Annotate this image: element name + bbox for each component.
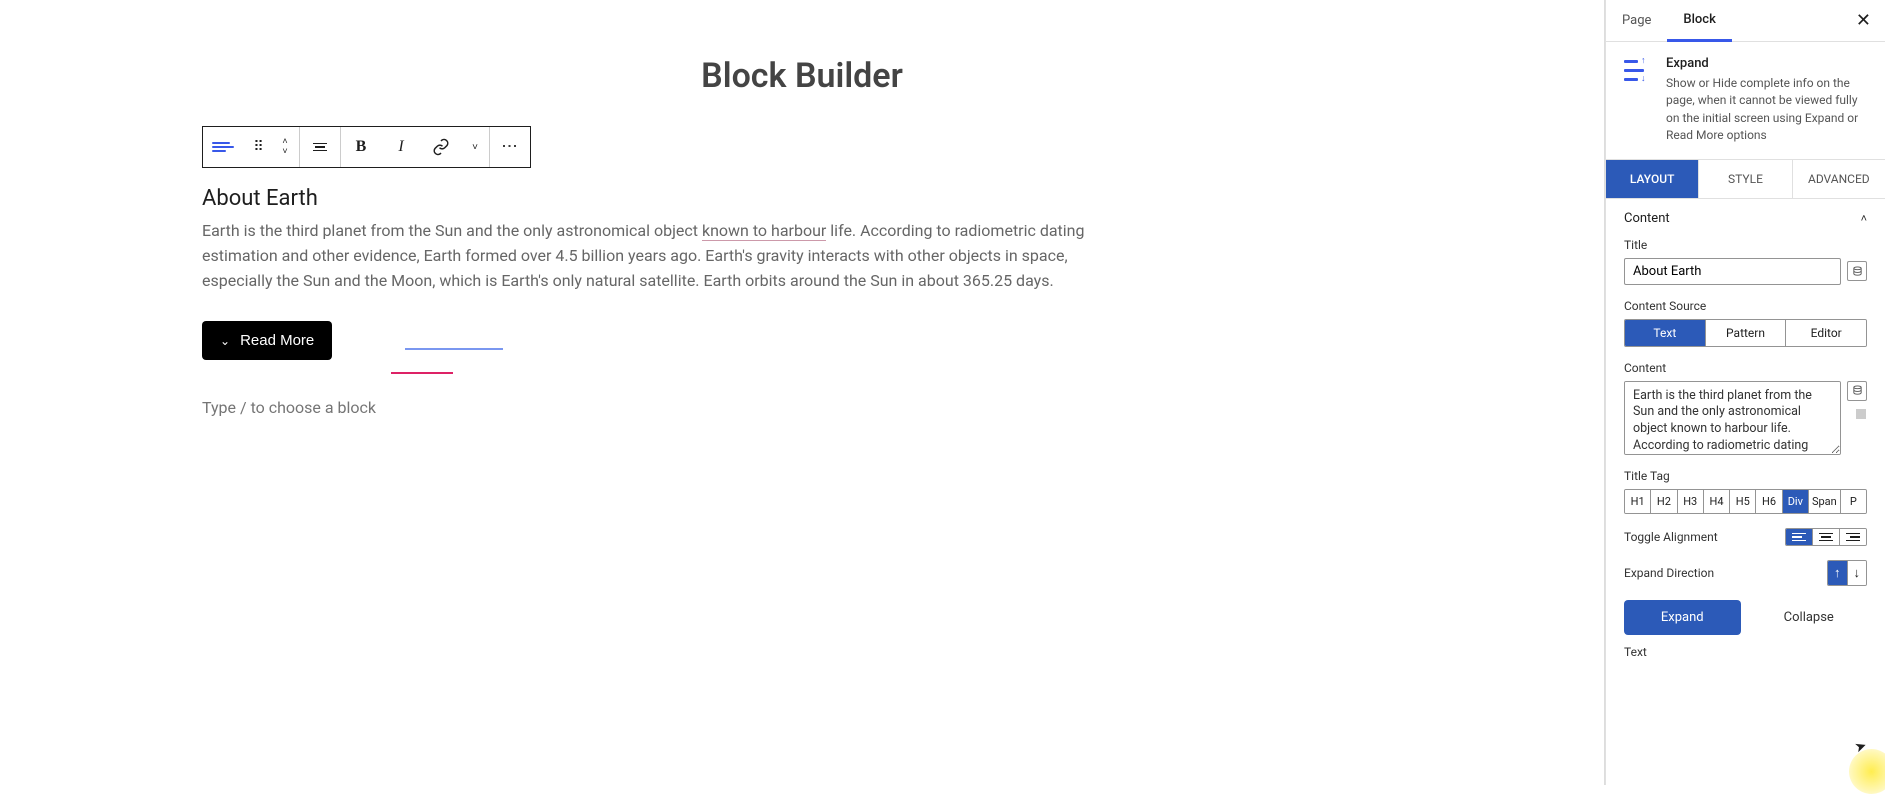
expand-direction-label: Expand Direction — [1624, 566, 1714, 580]
align-right-button[interactable] — [1840, 529, 1866, 546]
expand-block[interactable]: ⠿ ˄˅ B I ˅ — [202, 126, 1122, 417]
align-left-button[interactable] — [1786, 529, 1813, 546]
text-label: Text — [1624, 645, 1867, 659]
tag-span[interactable]: Span — [1809, 490, 1841, 513]
sidebar-tabs: Page Block ✕ — [1606, 0, 1885, 42]
title-label: Title — [1624, 238, 1867, 252]
align-center-button[interactable] — [1813, 529, 1840, 546]
align-center-icon — [1819, 533, 1833, 542]
expand-state-button[interactable]: Expand — [1624, 600, 1741, 635]
settings-sidebar: Page Block ✕ ↑ ↓ Expand Show or Hide com… — [1605, 0, 1885, 785]
tab-layout[interactable]: LAYOUT — [1606, 160, 1699, 198]
link-button[interactable] — [421, 127, 461, 167]
italic-button[interactable]: I — [381, 127, 421, 167]
block-appender[interactable]: Type / to choose a block — [202, 398, 1122, 417]
content-label: Content — [1624, 361, 1867, 375]
mode-tabs: LAYOUT STYLE ADVANCED — [1606, 160, 1885, 199]
drag-handle[interactable]: ⠿ — [243, 127, 271, 167]
tab-page[interactable]: Page — [1606, 1, 1667, 40]
decor-line-blue — [405, 348, 503, 350]
cursor-highlight — [1849, 749, 1885, 794]
align-right-icon — [1846, 533, 1860, 542]
content-textarea[interactable] — [1624, 381, 1841, 455]
database-icon — [1852, 385, 1863, 396]
content-source-label: Content Source — [1624, 299, 1867, 313]
section-content-body: Title Content Source Text Pattern Editor… — [1606, 238, 1885, 680]
block-info-card: ↑ ↓ Expand Show or Hide complete info on… — [1606, 42, 1885, 160]
content-source-pattern[interactable]: Pattern — [1706, 320, 1787, 346]
decor-line-red — [391, 372, 453, 374]
tag-h1[interactable]: H1 — [1625, 490, 1651, 513]
arrow-up-icon: ↑ — [1834, 565, 1841, 581]
link-icon — [432, 138, 450, 156]
collapse-state-button[interactable]: Collapse — [1751, 600, 1868, 635]
tag-h3[interactable]: H3 — [1678, 490, 1704, 513]
tag-div[interactable]: Div — [1783, 490, 1809, 513]
tag-h5[interactable]: H5 — [1730, 490, 1756, 513]
block-title[interactable]: About Earth — [202, 186, 1122, 211]
content-source-editor[interactable]: Editor — [1786, 320, 1866, 346]
block-info-desc: Show or Hide complete info on the page, … — [1666, 75, 1867, 145]
content-source-buttons: Text Pattern Editor — [1624, 319, 1867, 347]
options-button[interactable]: ⋮ — [490, 127, 530, 167]
more-rich-text-button[interactable]: ˅ — [461, 127, 489, 167]
chevron-up-icon: ˄ — [1861, 212, 1867, 225]
align-button[interactable] — [300, 127, 340, 167]
tab-style[interactable]: STYLE — [1699, 160, 1792, 198]
expand-direction-buttons: ↑ ↓ — [1827, 560, 1867, 586]
close-sidebar-button[interactable]: ✕ — [1842, 0, 1885, 41]
block-info-name: Expand — [1666, 56, 1867, 71]
tab-block[interactable]: Block — [1667, 0, 1731, 42]
tag-h6[interactable]: H6 — [1756, 490, 1782, 513]
chevron-down-icon: ⌄ — [220, 334, 230, 348]
tag-h2[interactable]: H2 — [1651, 490, 1677, 513]
block-toolbar: ⠿ ˄˅ B I ˅ — [202, 126, 531, 168]
expand-block-icon: ↑ ↓ — [1624, 56, 1652, 84]
block-content[interactable]: Earth is the third planet from the Sun a… — [202, 219, 1122, 293]
textarea-scrollbar[interactable] — [1856, 409, 1866, 419]
expand-down-button[interactable]: ↓ — [1848, 561, 1867, 585]
tab-advanced[interactable]: ADVANCED — [1793, 160, 1885, 198]
cursor-icon: ➤ — [1853, 737, 1869, 756]
content-dynamic-button[interactable] — [1847, 381, 1867, 401]
tag-p[interactable]: P — [1841, 490, 1866, 513]
arrow-down-icon: ↓ — [1854, 565, 1861, 581]
database-icon — [1852, 266, 1863, 277]
read-more-button[interactable]: ⌄ Read More — [202, 321, 332, 360]
editor-canvas[interactable]: Block Builder ⠿ ˄˅ — [0, 0, 1605, 785]
move-updown[interactable]: ˄˅ — [271, 127, 299, 167]
tag-h4[interactable]: H4 — [1704, 490, 1730, 513]
title-input[interactable] — [1624, 258, 1841, 285]
expand-up-button[interactable]: ↑ — [1828, 561, 1848, 585]
align-icon — [313, 143, 327, 152]
expand-block-icon — [210, 142, 236, 152]
toggle-alignment-label: Toggle Alignment — [1624, 530, 1718, 544]
content-source-text[interactable]: Text — [1625, 320, 1706, 346]
block-type-button[interactable] — [203, 127, 243, 167]
toggle-alignment-buttons — [1785, 528, 1867, 547]
bold-button[interactable]: B — [341, 127, 381, 167]
align-left-icon — [1792, 533, 1806, 542]
title-tag-label: Title Tag — [1624, 469, 1867, 483]
page-title: Block Builder — [0, 56, 1604, 96]
section-content-toggle[interactable]: Content ˄ — [1606, 199, 1885, 238]
title-tag-buttons: H1 H2 H3 H4 H5 H6 Div Span P — [1624, 489, 1867, 514]
title-dynamic-button[interactable] — [1847, 261, 1867, 281]
